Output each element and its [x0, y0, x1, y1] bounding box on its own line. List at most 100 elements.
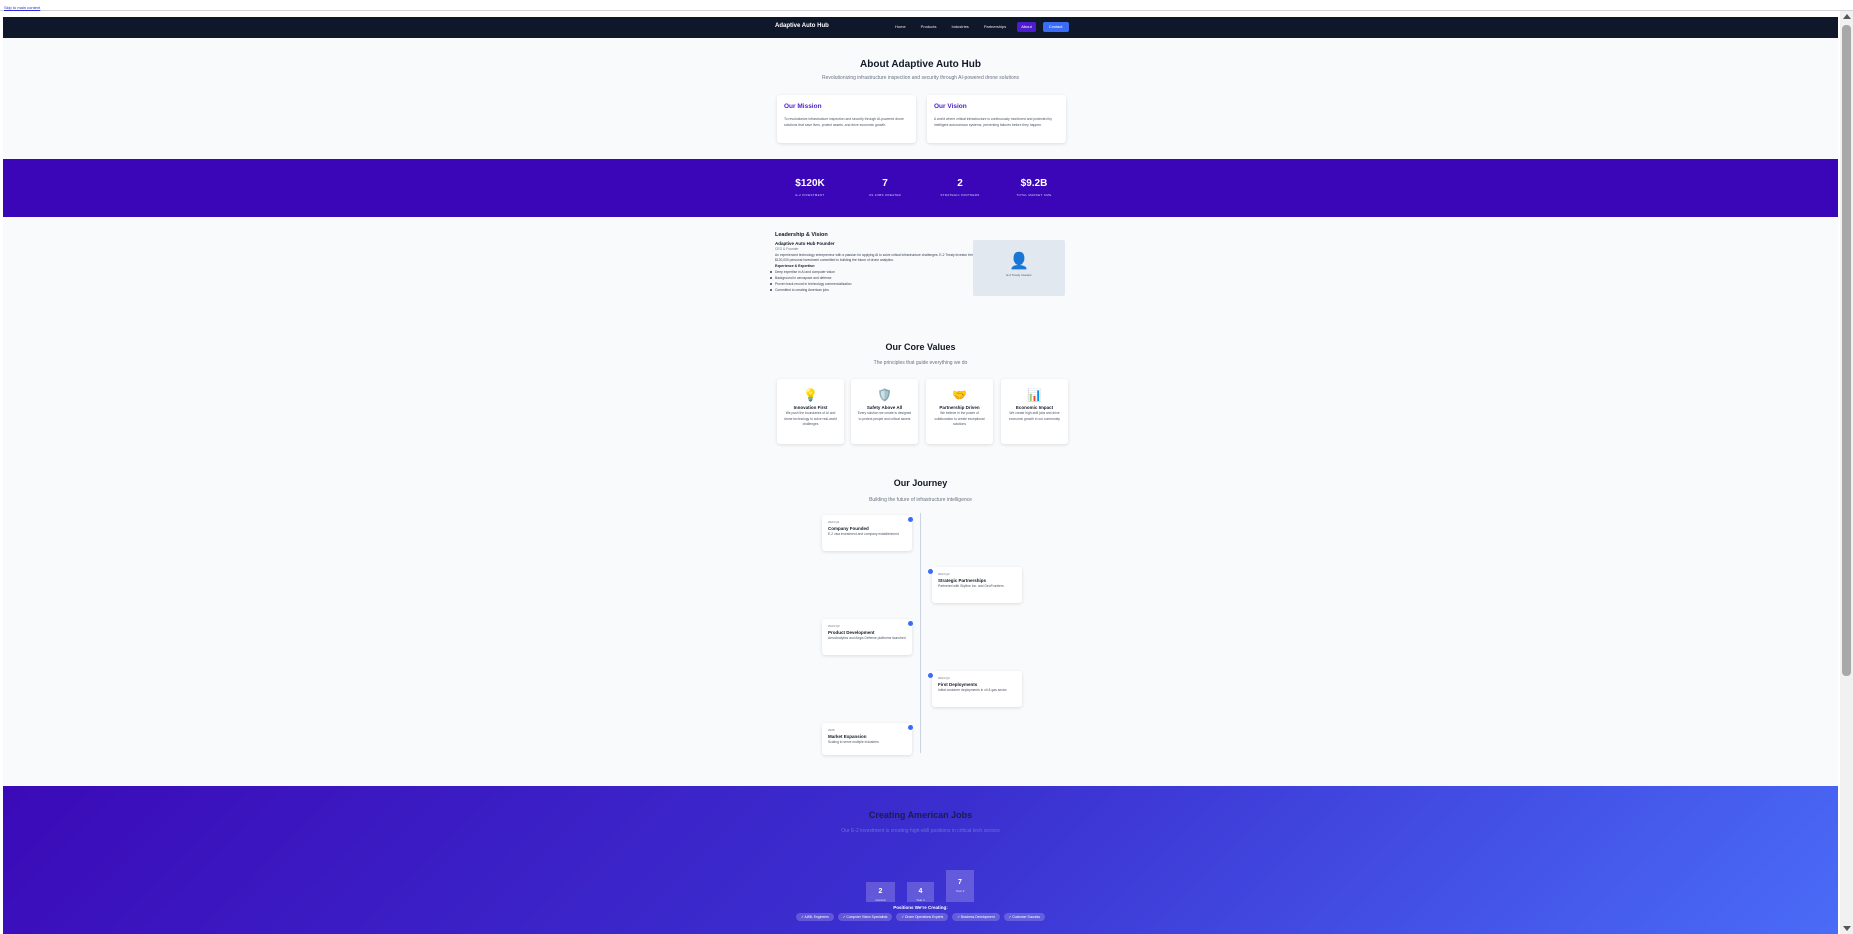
journey-subtitle: Building the future of infrastructure in…: [869, 497, 972, 503]
positions-title: Positions We're Creating:: [893, 905, 948, 910]
stat-market: $9.2B TOTAL MARKET SIZE: [1004, 178, 1064, 197]
page-subtitle: Revolutionizing infrastructure inspectio…: [821, 75, 1020, 81]
stat-value: $120K: [795, 178, 825, 189]
skip-to-content-link[interactable]: Skip to main content: [4, 5, 40, 10]
vision-title: Our Vision: [934, 103, 967, 110]
timeline-date: 2024 Q1: [828, 520, 840, 524]
job-bar-year1: 4 Year 1: [907, 882, 934, 902]
timeline-dot: [908, 517, 913, 522]
timeline-text: E-2 visa investment and company establis…: [828, 532, 899, 536]
navbar: Adaptive Auto Hub Home Products Industri…: [3, 17, 1838, 38]
job-period: Current: [875, 898, 886, 902]
stats-band: $120K E-2 INVESTMENT 7 US JOBS CREATED 2…: [3, 159, 1838, 217]
timeline-text: Partnered with Skyline Inc. and GeoFront…: [938, 584, 1004, 588]
stat-jobs: 7 US JOBS CREATED: [855, 178, 915, 197]
timeline-item: 2024 Q4 First Deployments Initial custom…: [932, 671, 1022, 707]
jobs-title: Creating American Jobs: [868, 810, 973, 820]
browser-top-bar: [0, 0, 1853, 11]
journey-title: Our Journey: [893, 478, 948, 488]
timeline-dot: [928, 673, 933, 678]
mission-card: Our Mission To revolutionize infrastruct…: [777, 95, 916, 143]
nav-link-partnerships[interactable]: Partnerships: [980, 22, 1010, 32]
value-card-economic: 📊 Economic Impact We create high-skill j…: [1001, 379, 1068, 444]
vision-text: A world where critical infrastructure is…: [934, 117, 1052, 127]
jobs-subtitle: Our E-2 investment is creating high-skil…: [841, 828, 1000, 834]
timeline-date: 2024 Q3: [828, 624, 840, 628]
vertical-scrollbar[interactable]: [1840, 11, 1853, 934]
page: Adaptive Auto Hub Home Products Industri…: [3, 17, 1838, 934]
timeline-item: 2024 Q2 Strategic Partnerships Partnered…: [932, 567, 1022, 603]
timeline-title: Strategic Partnerships: [938, 578, 987, 583]
timeline-item: 2025 Market Expansion Scaling to serve m…: [822, 723, 912, 755]
timeline-title: Product Development: [828, 630, 875, 635]
timeline-item: 2024 Q3 Product Development AeroAnalytic…: [822, 619, 912, 655]
values-subtitle: The principles that guide everything we …: [873, 360, 968, 366]
timeline-line: [920, 513, 921, 753]
jobs-section: Creating American Jobs Our E-2 investmen…: [3, 786, 1838, 934]
positions-list: ✓ AI/ML Engineers ✓ Computer Vision Spec…: [3, 913, 1838, 921]
chart-icon: 📊: [1027, 388, 1042, 402]
stat-investment: $120K E-2 INVESTMENT: [780, 178, 840, 197]
timeline-text: Scaling to serve multiple industries: [828, 740, 879, 744]
stat-label: US JOBS CREATED: [868, 193, 902, 197]
value-card-innovation: 💡 Innovation First We push the boundarie…: [777, 379, 844, 444]
stat-label: STRATEGIC PARTNERS: [940, 193, 980, 197]
nav-link-industries[interactable]: Industries: [947, 22, 972, 32]
scroll-up-arrow-icon[interactable]: [1843, 14, 1851, 19]
position-tag: ✓ Business Development: [952, 913, 1000, 921]
value-text: Every solution we create is designed to …: [857, 411, 912, 421]
nav-link-home[interactable]: Home: [891, 22, 910, 32]
mission-text: To revolutionize infrastructure inspecti…: [784, 117, 904, 127]
leadership-heading: Leadership & Vision: [775, 232, 828, 238]
timeline-date: 2024 Q2: [938, 572, 950, 576]
stat-value: 7: [882, 178, 888, 189]
position-tag: ✓ AI/ML Engineers: [796, 913, 834, 921]
handshake-icon: 🤝: [952, 388, 967, 402]
timeline-dot: [908, 621, 913, 626]
value-text: We believe in the power of collaboration…: [934, 411, 985, 426]
job-period: Year 1: [916, 898, 925, 902]
timeline-title: Company Founded: [828, 526, 869, 531]
scroll-down-arrow-icon[interactable]: [1843, 926, 1851, 931]
brand-logo[interactable]: Adaptive Auto Hub: [775, 23, 829, 29]
stat-value: $9.2B: [1020, 178, 1048, 189]
timeline-text: Initial customer deployments in oil & ga…: [938, 688, 1007, 692]
contact-button[interactable]: Contact: [1042, 22, 1069, 32]
photo-caption: E-2 Treaty Investor: [1006, 273, 1032, 277]
position-tag: ✓ Customer Success: [1003, 913, 1045, 921]
timeline-text: AeroAnalytics and Aegis Defense platform…: [828, 636, 906, 640]
timeline-dot: [908, 725, 913, 730]
shield-icon: 🛡️: [877, 388, 892, 402]
lightbulb-icon: 💡: [803, 388, 818, 402]
scrollbar-thumb[interactable]: [1842, 25, 1851, 676]
stat-partners: 2 STRATEGIC PARTNERS: [930, 178, 990, 197]
stat-label: TOTAL MARKET SIZE: [1016, 193, 1052, 197]
position-tag: ✓ Drone Operations Experts: [896, 913, 949, 921]
job-bar-year3: 7 Year 3: [946, 870, 974, 902]
timeline-date: 2024 Q4: [938, 676, 950, 680]
job-count: 4: [918, 888, 923, 895]
page-title: About Adaptive Auto Hub: [860, 59, 981, 70]
vision-card: Our Vision A world where critical infras…: [927, 95, 1066, 143]
timeline-item: 2024 Q1 Company Founded E-2 visa investm…: [822, 515, 912, 551]
job-count: 2: [878, 888, 883, 895]
person-icon: 👤: [1009, 253, 1029, 270]
mission-title: Our Mission: [784, 103, 822, 110]
value-card-safety: 🛡️ Safety Above All Every solution we cr…: [851, 379, 918, 444]
founder-photo-placeholder: 👤 E-2 Treaty Investor: [973, 240, 1065, 296]
stat-value: 2: [957, 178, 963, 189]
timeline-dot: [928, 569, 933, 574]
value-card-partnership: 🤝 Partnership Driven We believe in the p…: [926, 379, 993, 444]
job-period: Year 3: [955, 889, 965, 893]
timeline-title: First Deployments: [938, 682, 978, 687]
job-bar-current: 2 Current: [866, 882, 895, 902]
nav-link-about[interactable]: About: [1017, 22, 1036, 32]
job-count: 7: [958, 879, 962, 886]
nav-links: Home Products Industries Partnerships Ab…: [891, 22, 1069, 32]
timeline-title: Market Expansion: [828, 734, 867, 739]
nav-link-products[interactable]: Products: [917, 22, 941, 32]
position-tag: ✓ Computer Vision Specialists: [837, 913, 893, 921]
stat-label: E-2 INVESTMENT: [795, 193, 825, 197]
timeline-date: 2025: [828, 728, 835, 732]
values-title: Our Core Values: [885, 342, 956, 352]
